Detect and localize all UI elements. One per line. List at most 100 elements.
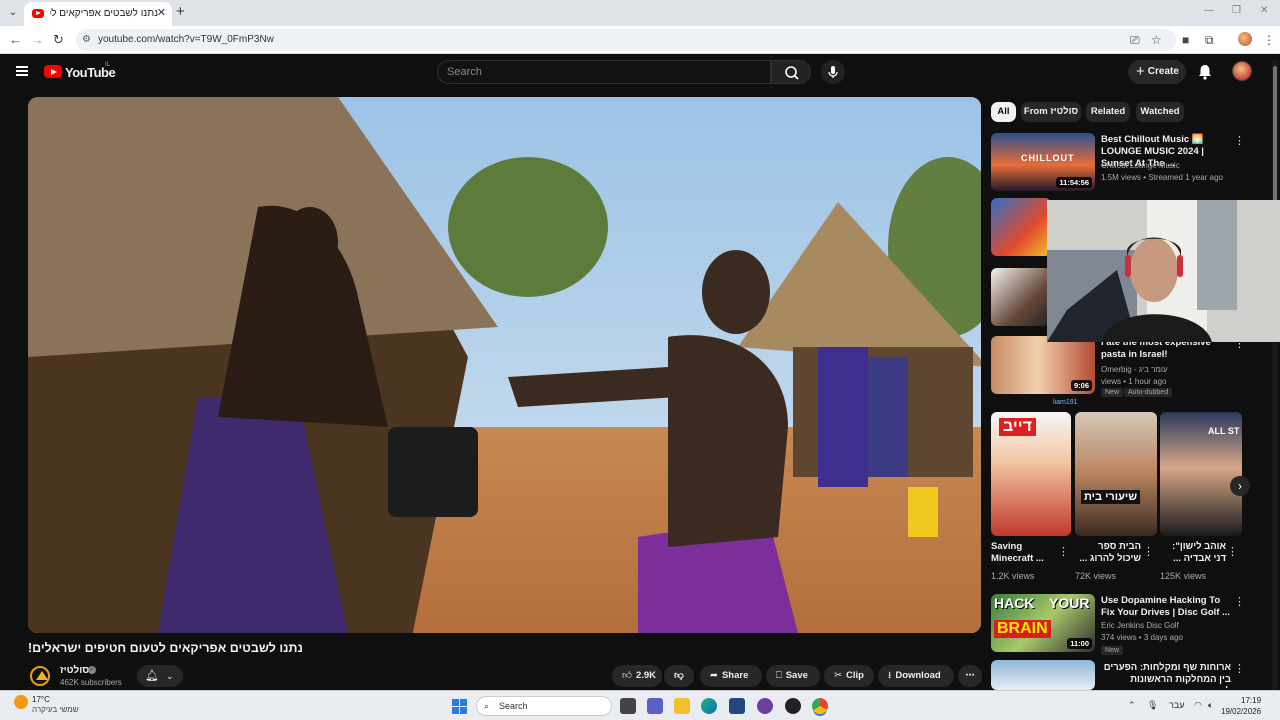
- new-badge: New: [1101, 388, 1124, 397]
- recommendation-thumbnail[interactable]: HACK YOUR BRAIN 11:00: [991, 594, 1095, 652]
- app-icon[interactable]: [785, 698, 801, 714]
- chip-all[interactable]: All: [991, 102, 1016, 122]
- short-thumbnail[interactable]: שיעורי בית: [1075, 412, 1157, 536]
- discord-icon[interactable]: [757, 698, 773, 714]
- extension-icon[interactable]: ■: [1182, 33, 1189, 47]
- chip-from-channel[interactable]: From סולטיז: [1021, 102, 1081, 122]
- tab-search-chevron-icon[interactable]: ⌄: [4, 4, 22, 22]
- auto-dubbed-badge: Auto-dubbed: [1124, 388, 1173, 397]
- channel-avatar[interactable]: [30, 666, 50, 686]
- recommendation-title[interactable]: Use Dopamine Hacking To Fix Your Drives …: [1101, 595, 1231, 619]
- browser-tab-active[interactable]: נתנו לשבטים אפריקאים לטעום חטיפים ישראלי…: [24, 2, 172, 26]
- maximize-icon[interactable]: ❐: [1232, 5, 1241, 16]
- url-text: youtube.com/watch?v=T9W_0FmP3Nw: [98, 34, 274, 45]
- chip-watched[interactable]: Watched: [1136, 102, 1184, 122]
- taskbar-search-box[interactable]: ⌕ Search: [476, 696, 612, 716]
- recommendation-thumbnail[interactable]: 9:06: [991, 336, 1095, 394]
- reload-icon[interactable]: ↻: [53, 32, 64, 48]
- clock-date: 19/02/2026: [1221, 707, 1262, 716]
- microphone-icon: [828, 66, 838, 78]
- tray-chevron-up-icon[interactable]: ⌃: [1128, 700, 1136, 711]
- browser-menu-icon[interactable]: ⋮: [1263, 33, 1275, 47]
- cast-icon[interactable]: ⎚: [1130, 33, 1140, 48]
- keyboard-language[interactable]: עבר: [1169, 700, 1184, 710]
- chrome-browser-icon[interactable]: [812, 698, 828, 714]
- bookmark-star-icon[interactable]: ☆: [1151, 33, 1162, 47]
- notifications-bell-icon[interactable]: [1197, 63, 1213, 81]
- account-avatar[interactable]: [1232, 61, 1252, 81]
- create-button[interactable]: + Create: [1128, 60, 1186, 84]
- address-bar[interactable]: ⚙ youtube.com/watch?v=T9W_0FmP3Nw: [76, 29, 1176, 51]
- download-icon: ⭳: [888, 670, 892, 681]
- chip-related[interactable]: Related: [1086, 102, 1130, 122]
- edge-browser-icon[interactable]: [701, 698, 717, 714]
- short-menu-icon[interactable]: ⋮: [1143, 545, 1154, 558]
- teams-icon[interactable]: [647, 698, 663, 714]
- short-menu-icon[interactable]: ⋮: [1227, 545, 1238, 558]
- subscribed-notifications-button[interactable]: 🔔︎ ⌄: [137, 665, 183, 687]
- site-info-icon[interactable]: ⚙: [82, 34, 91, 45]
- weather-sun-icon[interactable]: [14, 695, 28, 709]
- new-tab-icon[interactable]: +: [176, 3, 185, 20]
- taskbar-clock[interactable]: 17:19 19/02/2026: [1221, 695, 1261, 717]
- wifi-icon[interactable]: ◠: [1194, 700, 1202, 711]
- share-arrow-icon: ➦: [710, 670, 718, 681]
- recommendation-menu-icon[interactable]: ⋮: [1234, 134, 1245, 147]
- short-title[interactable]: אוהב לישון": דני אבדיה ...: [1160, 541, 1226, 565]
- microphone-tray-icon[interactable]: 🎙︎: [1147, 700, 1158, 711]
- minimize-icon[interactable]: —: [1204, 5, 1214, 16]
- short-thumbnail[interactable]: ALL ST: [1160, 412, 1242, 536]
- voice-search-button[interactable]: [821, 60, 845, 84]
- recommendation-channel[interactable]: Omerbig - עומר ביג: [1101, 365, 1168, 374]
- store-icon[interactable]: [729, 698, 745, 714]
- video-player[interactable]: [28, 97, 981, 633]
- search-input[interactable]: [438, 61, 738, 83]
- volume-icon[interactable]: 🔈︎: [1208, 700, 1213, 711]
- forward-arrow-icon[interactable]: →: [31, 32, 44, 47]
- recommendation-channel[interactable]: Chillout Lounge Music: [1101, 161, 1180, 170]
- short-thumbnail[interactable]: דייב: [991, 412, 1071, 536]
- extensions-puzzle-icon[interactable]: ⧉: [1205, 33, 1214, 48]
- browser-tab-bar: ⌄ נתנו לשבטים אפריקאים לטעום חטיפים ישרא…: [0, 0, 1280, 26]
- short-menu-icon[interactable]: ⋮: [1058, 545, 1069, 558]
- more-actions-button[interactable]: ⋯: [958, 665, 982, 687]
- share-button[interactable]: ➦ Share: [700, 665, 762, 687]
- shorts-next-chevron-icon[interactable]: ›: [1230, 476, 1250, 496]
- recommendation-menu-icon[interactable]: ⋮: [1234, 662, 1245, 675]
- search-button[interactable]: [771, 60, 811, 84]
- recommendation-thumbnail[interactable]: [991, 268, 1051, 326]
- recommendation-title[interactable]: ארוחות שף ומקלחות: הפערים בין המחלקות הר…: [1101, 662, 1231, 688]
- weather-temperature[interactable]: 17°C: [32, 695, 50, 704]
- browser-profile-avatar[interactable]: [1238, 32, 1252, 46]
- weather-description[interactable]: שמשי בעיקרה: [32, 705, 79, 714]
- recommendation-menu-icon[interactable]: ⋮: [1234, 595, 1245, 608]
- short-title[interactable]: הבית ספר שיכול להרוג ...: [1075, 541, 1141, 565]
- windows-taskbar: 17°C שמשי בעיקרה ⌕ Search ⌃ 🎙︎ עבר ◠ 🔈︎ …: [0, 690, 1280, 720]
- recommendation-thumbnail[interactable]: CHILLOUT 11:54:56: [991, 133, 1095, 191]
- recommendation-thumbnail[interactable]: [991, 198, 1051, 256]
- channel-name[interactable]: סולטיז: [60, 665, 89, 676]
- save-label: Save: [785, 670, 808, 681]
- tab-close-icon[interactable]: ✕: [157, 6, 166, 19]
- new-badge: New: [1101, 646, 1124, 655]
- save-button[interactable]: ⎕ Save: [766, 665, 820, 687]
- subscribed-bell-icon: 🔔︎: [145, 670, 159, 682]
- taskbar-search-label: Search: [499, 701, 528, 711]
- clip-button[interactable]: ✂ Clip: [824, 665, 874, 687]
- windows-start-icon[interactable]: [452, 699, 467, 714]
- short-title[interactable]: Saving Minecraft ...: [991, 541, 1057, 565]
- scrollbar-thumb[interactable]: [1273, 66, 1277, 206]
- recommendation-channel[interactable]: Eric Jenkins Disc Golf: [1101, 621, 1179, 630]
- recommendation-thumbnail[interactable]: [991, 660, 1095, 690]
- like-button[interactable]: 👍︎ 2.9K: [612, 665, 662, 687]
- back-arrow-icon[interactable]: ←: [9, 32, 22, 47]
- download-button[interactable]: ⭳ Download: [878, 665, 954, 687]
- file-explorer-icon[interactable]: [674, 698, 690, 714]
- task-view-icon[interactable]: [620, 698, 636, 714]
- youtube-logo-icon[interactable]: [44, 65, 62, 78]
- dislike-button[interactable]: 👎︎: [664, 665, 694, 687]
- country-code: IL: [105, 62, 111, 68]
- window-close-icon[interactable]: ✕: [1260, 5, 1268, 16]
- hamburger-menu-icon[interactable]: [16, 66, 28, 76]
- chevron-down-icon: ⌄: [166, 671, 174, 681]
